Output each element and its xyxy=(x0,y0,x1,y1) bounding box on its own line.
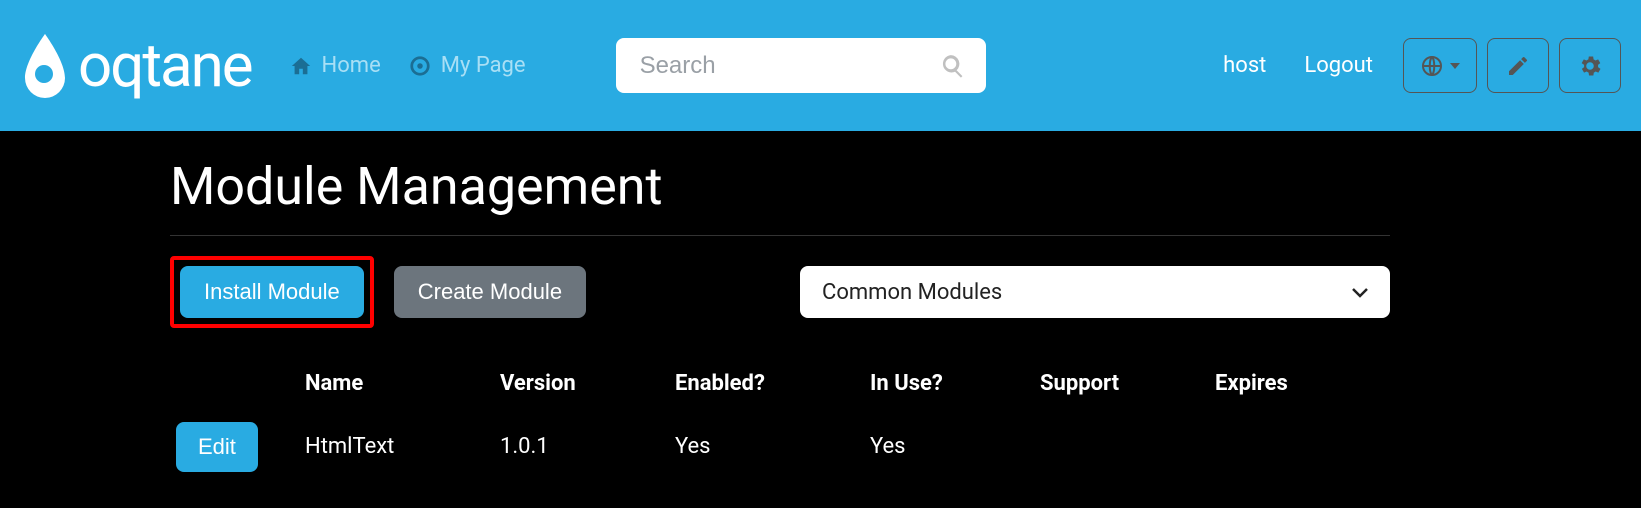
th-name: Name xyxy=(305,371,500,396)
edit-page-button[interactable] xyxy=(1487,38,1549,93)
droplet-icon xyxy=(20,31,70,101)
cell-inuse: Yes xyxy=(870,434,1040,459)
th-enabled: Enabled? xyxy=(675,371,870,396)
cell-name: HtmlText xyxy=(305,434,500,459)
th-inuse: In Use? xyxy=(870,371,1040,396)
highlight-box: Install Module xyxy=(170,256,374,328)
search-wrap xyxy=(616,38,986,93)
globe-icon xyxy=(1420,54,1444,78)
nav-mypage-label: My Page xyxy=(441,53,526,78)
filter-select[interactable]: Common Modules xyxy=(800,266,1390,318)
create-module-button[interactable]: Create Module xyxy=(394,266,586,318)
caret-down-icon xyxy=(1450,61,1460,71)
th-version: Version xyxy=(500,371,675,396)
nav-mypage[interactable]: My Page xyxy=(409,53,526,78)
chevron-down-icon xyxy=(1350,282,1370,302)
cell-enabled: Yes xyxy=(675,434,870,459)
target-icon xyxy=(409,55,431,77)
user-links: host Logout xyxy=(1223,53,1373,78)
search-input[interactable] xyxy=(616,38,986,93)
logo[interactable]: oqtane xyxy=(20,31,252,101)
logout-link[interactable]: Logout xyxy=(1304,53,1373,78)
action-row: Install Module Create Module Common Modu… xyxy=(170,256,1390,328)
install-module-button[interactable]: Install Module xyxy=(180,266,364,318)
table-row: Edit HtmlText 1.0.1 Yes Yes xyxy=(170,419,1390,474)
nav-home-label: Home xyxy=(322,53,381,78)
header-bar: oqtane Home My Page host Logout xyxy=(0,0,1641,131)
edit-button[interactable]: Edit xyxy=(176,422,258,472)
settings-button[interactable] xyxy=(1559,38,1621,93)
home-icon xyxy=(290,55,312,77)
table-header-row: Name Version Enabled? In Use? Support Ex… xyxy=(170,356,1390,411)
filter-select-value: Common Modules xyxy=(822,280,1002,305)
gear-icon xyxy=(1577,53,1603,79)
icon-buttons xyxy=(1403,38,1621,93)
content: Module Management Install Module Create … xyxy=(0,131,1641,474)
nav-home[interactable]: Home xyxy=(290,53,381,78)
module-table: Name Version Enabled? In Use? Support Ex… xyxy=(170,356,1390,474)
cell-version: 1.0.1 xyxy=(500,434,675,459)
divider xyxy=(170,235,1390,236)
user-link[interactable]: host xyxy=(1223,53,1266,78)
th-support: Support xyxy=(1040,371,1215,396)
logo-text: oqtane xyxy=(78,36,252,96)
language-button[interactable] xyxy=(1403,38,1477,93)
th-expires: Expires xyxy=(1215,371,1390,396)
page-title: Module Management xyxy=(170,156,1641,217)
pencil-icon xyxy=(1506,54,1530,78)
nav-links: Home My Page xyxy=(290,53,526,78)
filter-select-wrap: Common Modules xyxy=(800,266,1390,318)
search-icon[interactable] xyxy=(940,53,966,79)
